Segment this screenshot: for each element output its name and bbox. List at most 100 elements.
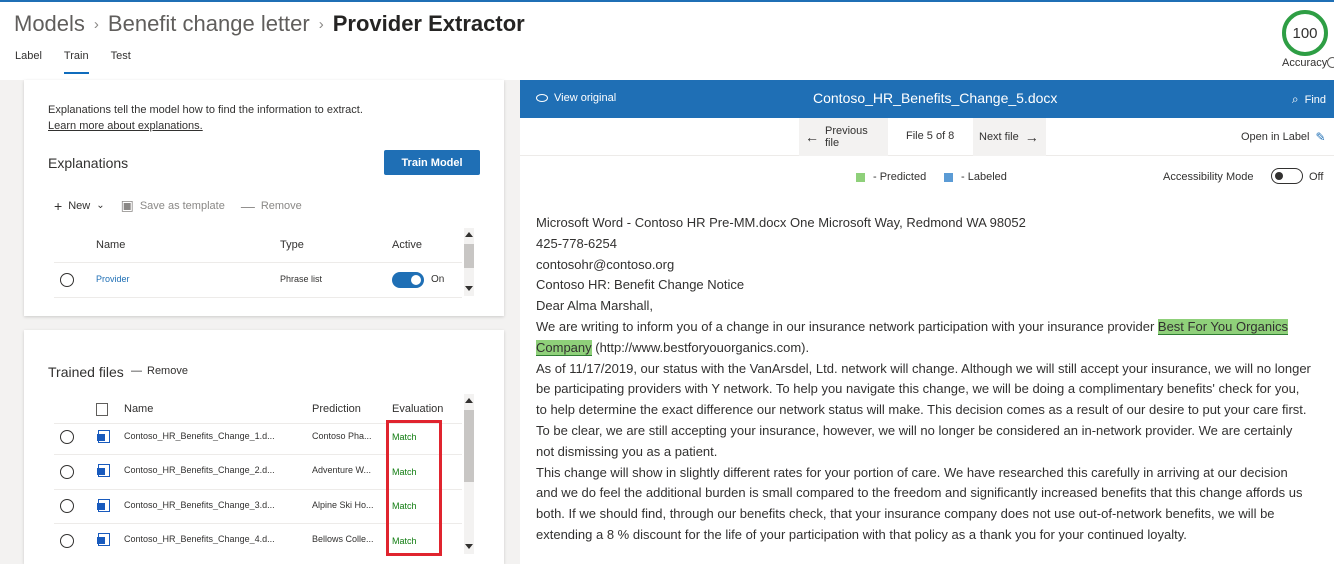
- previous-file-button[interactable]: ← Previous file: [799, 118, 888, 156]
- explanations-command-bar: + New ⌄ ▣ Save as template — Remove: [54, 197, 318, 214]
- column-header-name[interactable]: Name: [96, 239, 125, 251]
- row-select-radio[interactable]: [60, 273, 74, 287]
- doc-line: Dear Alma Marshall,: [536, 298, 654, 314]
- top-accent-line: [0, 0, 1334, 2]
- explanations-scrollbar[interactable]: [464, 228, 474, 296]
- active-toggle-label: On: [431, 274, 445, 285]
- file-type-icon: [96, 403, 108, 416]
- row-divider: [54, 297, 462, 298]
- new-label: New: [68, 199, 91, 212]
- doc-paragraph: This change will show in slightly differ…: [536, 464, 1303, 542]
- file-position: File 5 of 8: [906, 130, 955, 142]
- file-name: Contoso_HR_Benefits_Change_4.d...: [124, 534, 275, 544]
- scroll-up-arrow[interactable]: [465, 398, 473, 403]
- trained-files-remove-label: Remove: [147, 365, 188, 377]
- scroll-down-arrow[interactable]: [465, 286, 473, 291]
- trained-files-title: Trained files: [48, 364, 124, 380]
- previous-file-label: Previous file: [825, 125, 868, 149]
- save-as-template-button[interactable]: ▣ Save as template: [121, 197, 225, 214]
- breadcrumb-benefit-change-letter[interactable]: Benefit change letter: [108, 11, 310, 37]
- row-select-radio[interactable]: [60, 534, 74, 548]
- page-title: Provider Extractor: [332, 11, 525, 36]
- doc-text-span: We are writing to inform you of a change…: [536, 318, 1158, 334]
- explanations-card: Explanations tell the model how to find …: [24, 80, 504, 316]
- predicted-swatch: [856, 172, 865, 182]
- train-model-button[interactable]: Train Model: [384, 150, 480, 175]
- explanations-title: Explanations: [48, 155, 129, 171]
- view-original-label: View original: [554, 92, 617, 104]
- learn-more-link[interactable]: Learn more about explanations.: [48, 120, 203, 132]
- info-icon[interactable]: [1327, 57, 1334, 68]
- legend-predicted: - Predicted: [856, 171, 926, 183]
- doc-line: Contoso HR: Benefit Change Notice: [536, 277, 745, 293]
- trained-files-scrollbar[interactable]: [464, 394, 474, 554]
- doc-line: Microsoft Word - Contoso HR Pre-MM.docx …: [536, 215, 1026, 230]
- active-toggle[interactable]: [392, 272, 424, 288]
- trained-files-remove-button[interactable]: — Remove: [131, 365, 188, 377]
- column-header-active[interactable]: Active: [392, 239, 422, 251]
- doc-text-span: (http://www.bestforyouorganics.com).: [591, 339, 810, 355]
- column-header-evaluation[interactable]: Evaluation: [392, 403, 443, 415]
- prediction-value: Adventure W...: [312, 465, 372, 475]
- find-button[interactable]: ⌕ Find: [1292, 92, 1326, 107]
- new-button[interactable]: + New ⌄: [54, 198, 105, 214]
- minus-icon: —: [131, 365, 142, 377]
- column-header-type[interactable]: Type: [280, 239, 304, 251]
- remove-label: Remove: [260, 199, 302, 212]
- document-viewer: Microsoft Word - Contoso HR Pre-MM.docx …: [520, 196, 1334, 564]
- accessibility-mode-state: Off: [1309, 171, 1324, 183]
- row-select-radio[interactable]: [60, 465, 74, 479]
- document-title: Contoso_HR_Benefits_Change_5.docx: [813, 90, 1058, 106]
- scroll-down-arrow[interactable]: [465, 544, 473, 549]
- open-in-label-button[interactable]: Open in Label ✎: [1241, 130, 1326, 144]
- find-label: Find: [1304, 93, 1326, 106]
- accuracy-value: 100: [1292, 24, 1318, 42]
- explanations-helper-text: Explanations tell the model how to find …: [48, 104, 363, 116]
- doc-paragraph: As of 11/17/2019, our status with the Va…: [536, 360, 1311, 418]
- arrow-right-icon: →: [1024, 129, 1039, 145]
- scroll-thumb[interactable]: [464, 410, 474, 482]
- remove-explanation-button[interactable]: — Remove: [241, 198, 302, 214]
- explanation-name-link[interactable]: Provider: [96, 274, 130, 284]
- accuracy-label: Accuracy: [1282, 57, 1328, 69]
- chevron-right-icon: ›: [93, 15, 99, 33]
- scroll-thumb[interactable]: [464, 244, 474, 268]
- column-header-prediction[interactable]: Prediction: [312, 403, 361, 415]
- scroll-up-arrow[interactable]: [465, 232, 473, 237]
- tab-label[interactable]: Label: [15, 48, 42, 74]
- file-navigation-bar: ← Previous file File 5 of 8 Next file → …: [520, 118, 1334, 156]
- minus-icon: —: [240, 197, 255, 214]
- file-name: Contoso_HR_Benefits_Change_2.d...: [124, 465, 275, 475]
- view-original-button[interactable]: View original: [536, 92, 616, 104]
- word-document-icon: [97, 499, 110, 512]
- legend-labeled: - Labeled: [944, 171, 1007, 183]
- chevron-down-icon: ⌄: [96, 200, 105, 211]
- legend-predicted-label: - Predicted: [873, 171, 927, 183]
- save-as-template-label: Save as template: [139, 199, 225, 212]
- doc-paragraph: We are writing to inform you of a change…: [536, 317, 1312, 359]
- edit-icon: ✎: [1315, 130, 1326, 144]
- arrow-left-icon: ←: [805, 129, 819, 145]
- evaluation-highlight-box: [386, 420, 442, 556]
- prediction-value: Alpine Ski Ho...: [312, 500, 374, 510]
- find-icon: ⌕: [1291, 92, 1299, 106]
- accessibility-mode-label: Accessibility Mode: [1163, 171, 1254, 183]
- plus-icon: +: [54, 197, 63, 214]
- document-body: Microsoft Word - Contoso HR Pre-MM.docx …: [536, 213, 1312, 546]
- file-name: Contoso_HR_Benefits_Change_3.d...: [124, 500, 275, 510]
- column-header-file-name[interactable]: Name: [124, 403, 153, 415]
- word-document-icon: [97, 533, 110, 546]
- doc-paragraph: To be clear, we are still accepting your…: [536, 422, 1293, 459]
- tab-train[interactable]: Train: [63, 48, 89, 74]
- doc-line: 425-778-6254: [536, 235, 617, 251]
- row-select-radio[interactable]: [60, 430, 74, 444]
- accessibility-mode-toggle[interactable]: [1271, 168, 1303, 184]
- breadcrumb-models[interactable]: Models: [14, 11, 85, 37]
- breadcrumb: Models › Benefit change letter › Provide…: [14, 10, 525, 38]
- row-divider: [54, 262, 462, 263]
- tab-test[interactable]: Test: [111, 48, 131, 74]
- row-select-radio[interactable]: [60, 499, 74, 513]
- next-file-button[interactable]: Next file →: [973, 118, 1046, 156]
- explanation-type: Phrase list: [280, 274, 323, 284]
- prediction-value: Bellows Colle...: [312, 534, 374, 544]
